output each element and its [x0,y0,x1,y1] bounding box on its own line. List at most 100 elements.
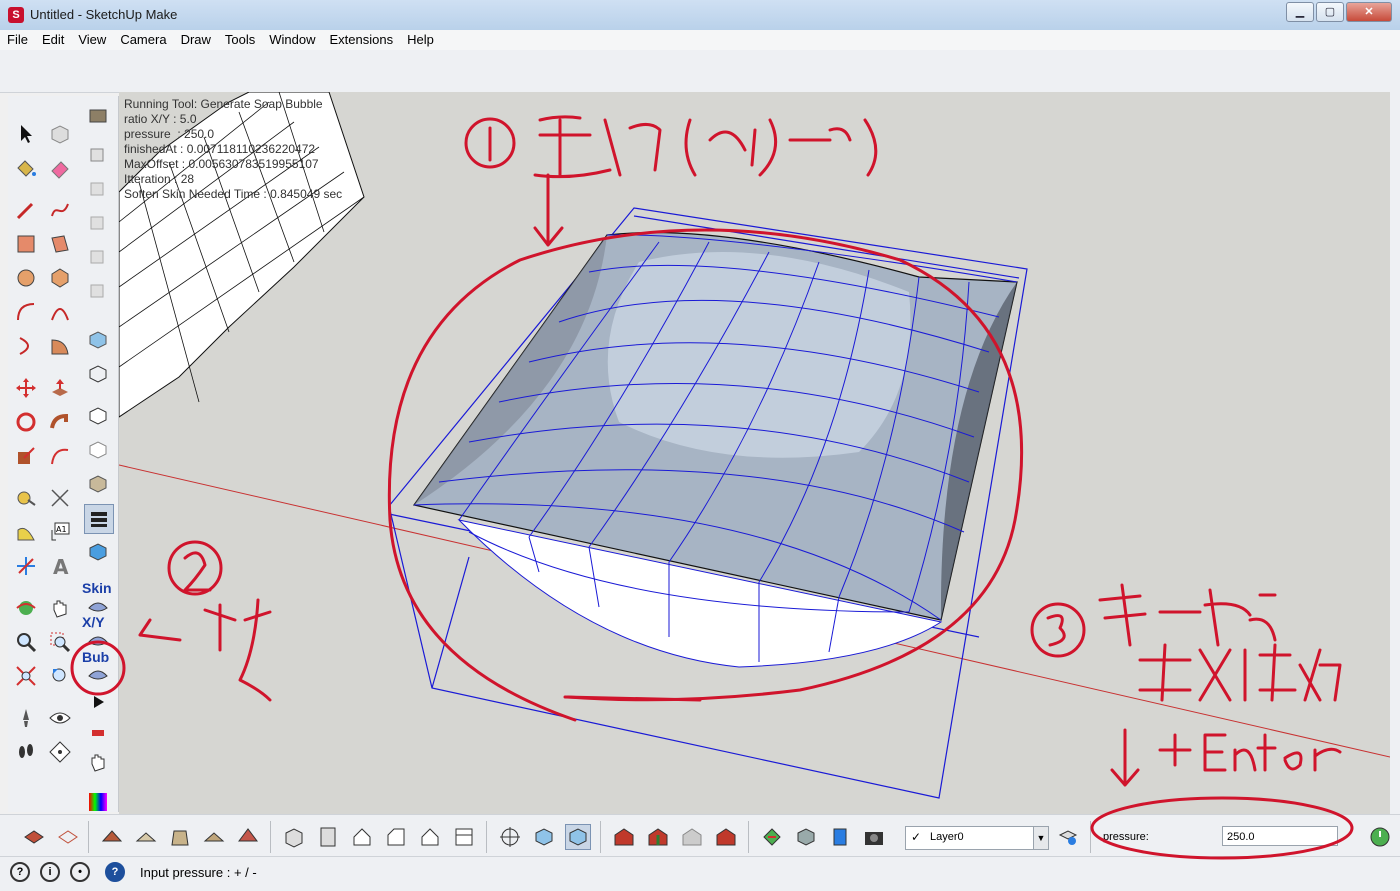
menu-view[interactable]: View [71,30,113,50]
photo-texture-icon[interactable] [828,825,852,849]
wireframe-style-button[interactable] [84,360,112,388]
section-plane-button[interactable] [46,738,74,766]
section-plane-icon[interactable] [498,825,522,849]
display-section-cuts-icon[interactable] [565,824,591,850]
sandbox-from-scratch-icon[interactable] [56,825,80,849]
info-icon[interactable]: i [40,862,60,882]
rotate-tool-button[interactable] [12,408,40,436]
position-camera-button[interactable] [12,704,40,732]
camera-icon[interactable] [862,825,886,849]
share-model-icon[interactable] [646,825,670,849]
iso-view-icon[interactable] [282,825,306,849]
rectangle-tool-button[interactable] [12,230,40,258]
circle-tool-button[interactable] [12,264,40,292]
view-top-button[interactable] [84,174,112,202]
sketchup-app-icon[interactable]: S [8,7,24,23]
view-front-button[interactable] [84,208,112,236]
power-icon[interactable] [1368,825,1392,849]
smoove-icon[interactable] [100,825,124,849]
paint-bucket-button[interactable] [12,154,40,182]
3d-text-button[interactable]: A [46,552,74,580]
measurements-input[interactable]: 250.0 [1222,826,1338,846]
follow-me-button[interactable] [46,408,74,436]
extension-warehouse-icon[interactable] [714,825,738,849]
3d-warehouse-icon[interactable] [612,825,636,849]
toggle-terrain-icon[interactable] [794,825,818,849]
outliner-button[interactable] [84,102,112,130]
eraser-button[interactable] [46,154,74,182]
help-icon[interactable]: ? [105,862,125,882]
text-tool-button[interactable]: A1 [46,518,74,546]
user-icon[interactable]: • [70,862,90,882]
add-detail-icon[interactable] [202,825,226,849]
pan-tool-button[interactable] [46,594,74,622]
select-tool-button[interactable] [12,120,40,148]
left-view-icon[interactable] [452,825,476,849]
menu-extensions[interactable]: Extensions [323,30,401,50]
previous-view-button[interactable] [46,662,74,690]
orbit-tool-button[interactable] [12,594,40,622]
display-section-planes-icon[interactable] [532,825,556,849]
menu-edit[interactable]: Edit [35,30,71,50]
line-tool-button[interactable] [12,196,40,224]
arc-tool-button[interactable] [12,298,40,326]
front-view-icon[interactable] [350,825,374,849]
xray-style-button[interactable] [84,326,112,354]
push-pull-button[interactable] [46,374,74,402]
look-around-button[interactable] [46,704,74,732]
make-component-button[interactable] [46,120,74,148]
chevron-down-icon[interactable]: ▼ [1033,827,1048,849]
play-button[interactable] [84,688,112,716]
minimize-button[interactable]: ▁ [1286,2,1314,22]
walk-tool-button[interactable] [12,738,40,766]
close-button[interactable]: ✕ [1346,2,1392,22]
freehand-tool-button[interactable] [46,196,74,224]
hand-select-button[interactable] [84,748,112,776]
scale-tool-button[interactable] [12,442,40,470]
sandbox-from-contours-icon[interactable] [22,825,46,849]
offset-tool-button[interactable] [46,442,74,470]
menu-tools[interactable]: Tools [218,30,262,50]
menu-camera[interactable]: Camera [113,30,173,50]
drape-icon[interactable] [168,825,192,849]
shaded-textures-button[interactable] [84,470,112,498]
three-point-arc-button[interactable] [12,332,40,360]
shaded-style-button[interactable] [84,436,112,464]
soap-skin-select-button[interactable] [84,538,112,566]
flip-edge-icon[interactable] [236,825,260,849]
hidden-line-style-button[interactable] [84,402,112,430]
view-right-button[interactable] [84,242,112,270]
maximize-button[interactable]: ▢ [1316,2,1344,22]
move-tool-button[interactable] [12,374,40,402]
polygon-tool-button[interactable] [46,264,74,292]
geolocation-icon[interactable]: ? [10,862,30,882]
rotated-rectangle-button[interactable] [46,230,74,258]
two-point-arc-button[interactable] [46,298,74,326]
zoom-window-button[interactable] [46,628,74,656]
color-palette-button[interactable] [84,788,112,816]
view-back-button[interactable] [84,276,112,304]
top-view-icon[interactable] [316,825,340,849]
modeling-viewport[interactable]: Running Tool: Generate Soap Bubble ratio … [119,92,1390,814]
menu-help[interactable]: Help [400,30,441,50]
generate-bubble-button[interactable] [84,660,112,688]
view-iso-button[interactable] [84,140,112,168]
layer-dropdown[interactable]: ✓ Layer0 ▼ [905,826,1049,850]
pie-tool-button[interactable] [46,332,74,360]
monochrome-style-button[interactable] [84,504,114,534]
axes-tool-button[interactable] [12,552,40,580]
dimension-tool-button[interactable] [46,484,74,512]
menu-file[interactable]: File [0,30,35,50]
stop-button[interactable] [84,716,112,744]
menu-window[interactable]: Window [262,30,322,50]
layer-manager-icon[interactable] [1056,825,1080,849]
back-view-icon[interactable] [418,825,442,849]
share-component-icon[interactable] [680,825,704,849]
stamp-icon[interactable] [134,825,158,849]
menu-draw[interactable]: Draw [174,30,218,50]
protractor-button[interactable] [12,518,40,546]
add-location-icon[interactable] [760,825,784,849]
zoom-extents-button[interactable] [12,662,40,690]
zoom-tool-button[interactable] [12,628,40,656]
tape-measure-button[interactable] [12,484,40,512]
